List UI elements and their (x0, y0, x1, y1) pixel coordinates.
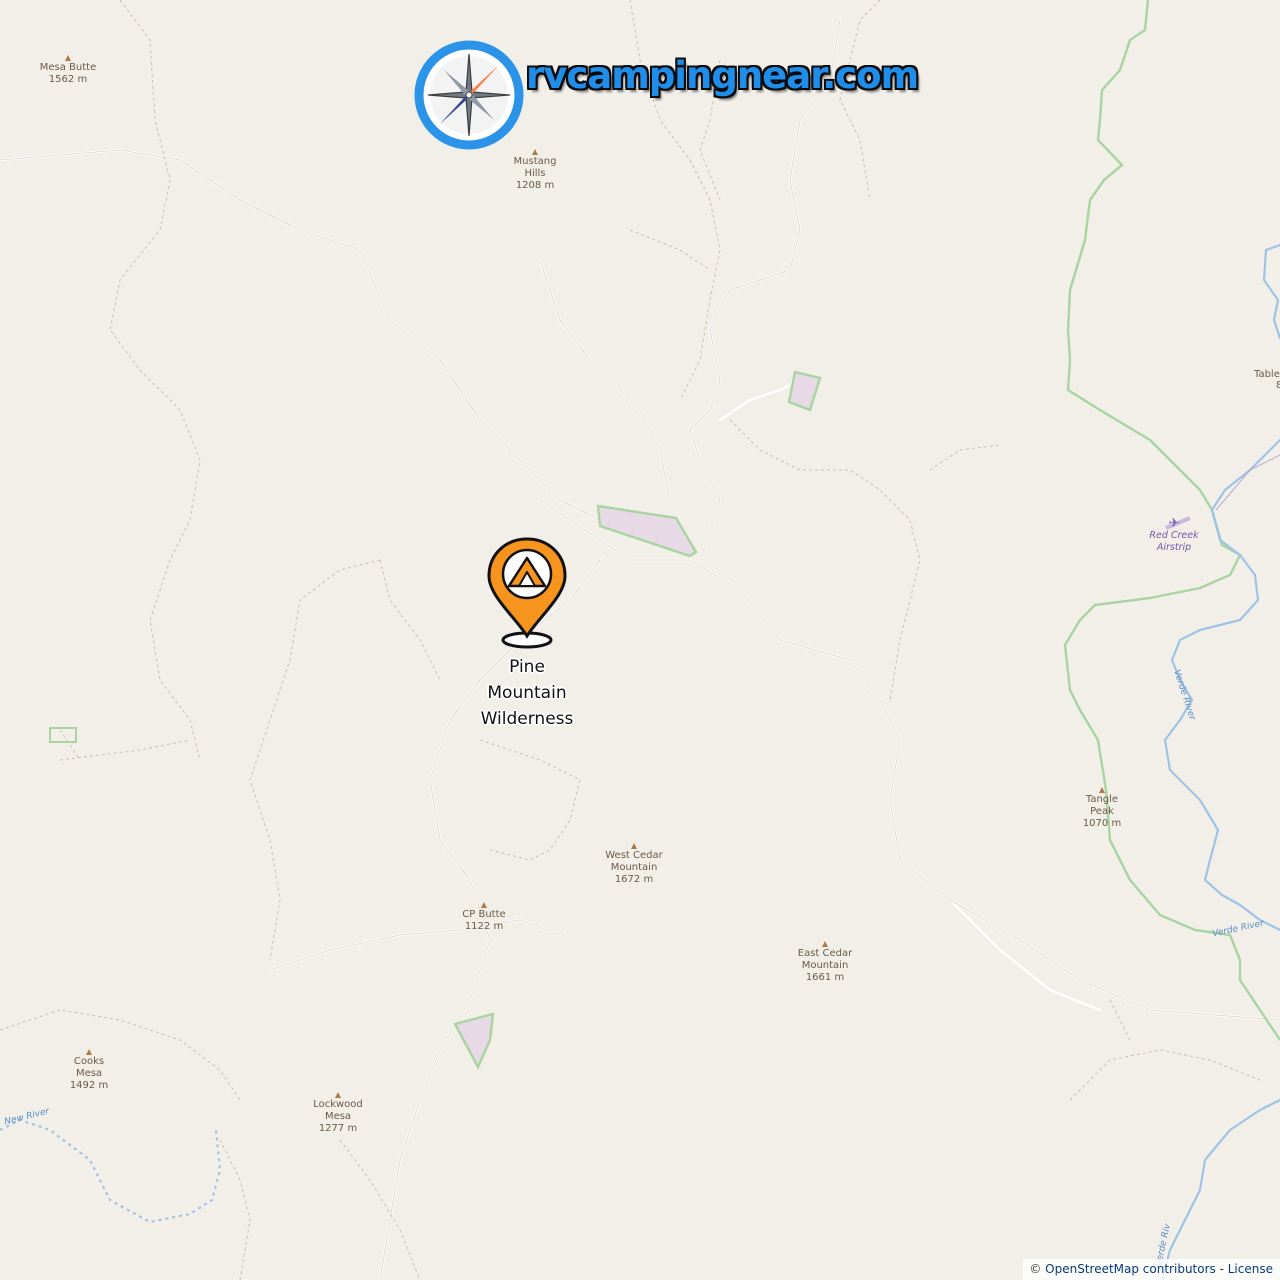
peak-icon (65, 55, 71, 61)
site-logo[interactable]: rvcampingnear.com (414, 40, 919, 152)
peak-label: Mustang Hills 1208 m (475, 149, 595, 192)
road (718, 378, 802, 422)
river (0, 1118, 222, 1224)
track (219, 1139, 251, 1280)
track (249, 559, 381, 961)
road (0, 148, 602, 522)
site-name[interactable]: rvcampingnear.com (526, 54, 919, 97)
track (379, 559, 441, 681)
license-link[interactable]: License (1228, 1262, 1273, 1276)
river (1160, 1098, 1280, 1280)
track (109, 0, 201, 761)
peak-icon (1099, 787, 1105, 793)
compass-icon (414, 40, 524, 150)
peak-label: Tangle Peak 1070 m (1042, 787, 1162, 830)
campsite-marker[interactable] (486, 536, 568, 652)
map-attribution: © OpenStreetMap contributors - License (1023, 1259, 1280, 1280)
track (1109, 999, 1131, 1041)
track (59, 739, 191, 761)
peak-icon (631, 843, 637, 849)
peak-label: East Cedar Mountain 1661 m (765, 941, 885, 984)
track (1069, 1049, 1261, 1101)
peak-icon (335, 1092, 341, 1098)
airstrip-label: ✈ Red Creek Airstrip (1134, 516, 1214, 554)
map-base-layer (0, 0, 1280, 1280)
road (948, 898, 1102, 1012)
osm-link[interactable]: OpenStreetMap contributors (1045, 1262, 1216, 1276)
peak-label: Cooks Mesa 1492 m (29, 1049, 149, 1092)
road (538, 258, 672, 502)
peak-label: CP Butte 1122 m (424, 902, 544, 933)
airplane-icon: ✈ (1168, 516, 1180, 531)
railway (1215, 454, 1280, 511)
peak-label: West Cedar Mountain 1672 m (574, 843, 694, 886)
track (729, 419, 921, 701)
marker-label[interactable]: Pine Mountain Wilderness (456, 654, 598, 732)
peak-icon (822, 941, 828, 947)
track (629, 229, 711, 271)
map-canvas[interactable]: Mesa Butte 1562 m Mustang Hills 1208 m W… (0, 0, 1280, 1280)
peak-label: Mesa Butte 1562 m (8, 55, 128, 86)
protected-area (49, 727, 77, 743)
peak-icon (481, 902, 487, 908)
river (1262, 243, 1280, 340)
peak-label: Lockwood Mesa 1277 m (278, 1092, 398, 1135)
peak-icon (86, 1049, 92, 1055)
protected-area (787, 370, 822, 412)
protected-area (453, 1012, 495, 1070)
track (339, 1139, 421, 1280)
place-label: Table 8 (1254, 369, 1280, 391)
track (929, 444, 1001, 471)
track (479, 739, 581, 861)
